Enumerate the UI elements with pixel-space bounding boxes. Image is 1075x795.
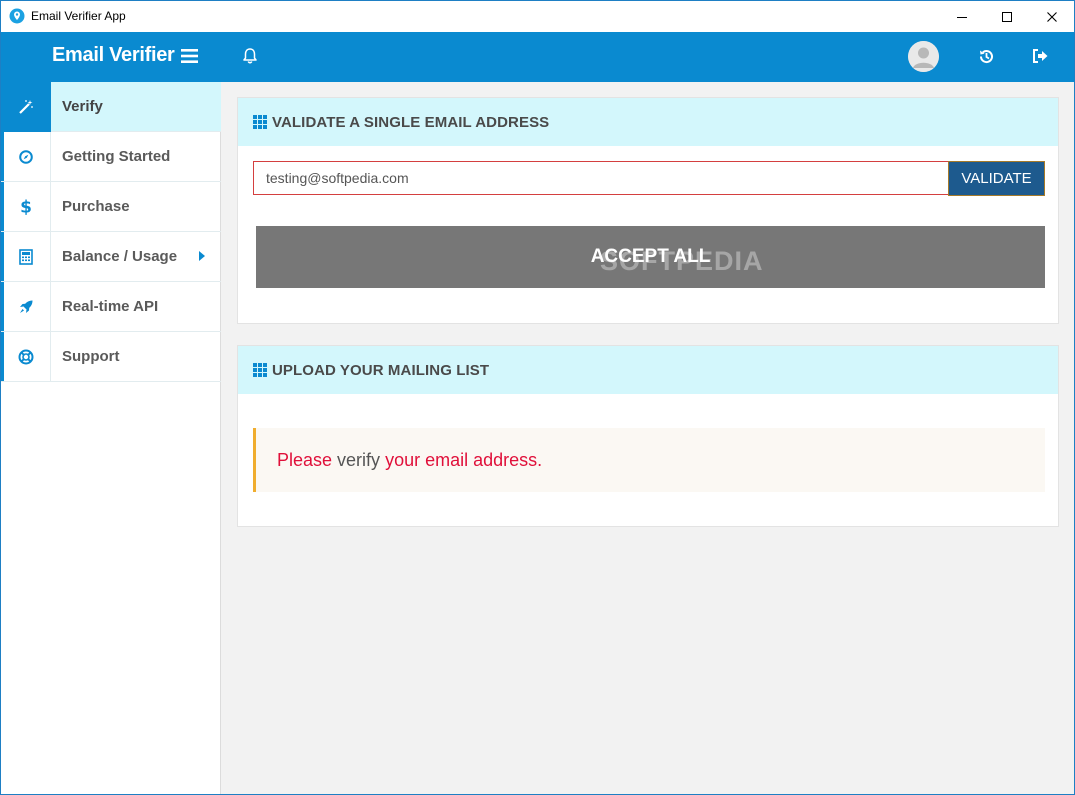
lifebuoy-icon bbox=[18, 349, 33, 365]
panel-header: VALIDATE A SINGLE EMAIL ADDRESS bbox=[238, 98, 1058, 146]
avatar[interactable] bbox=[908, 41, 939, 72]
history-icon[interactable] bbox=[978, 48, 995, 65]
magic-wand-icon bbox=[19, 100, 33, 114]
calculator-icon bbox=[18, 249, 33, 265]
sidebar-item-purchase[interactable]: $ Purchase bbox=[1, 182, 221, 232]
brand-title: Email Verifier bbox=[52, 44, 175, 66]
logout-icon[interactable] bbox=[1033, 49, 1049, 63]
sidebar-icon-cell: $ bbox=[1, 182, 51, 232]
dollar-icon: $ bbox=[20, 198, 32, 216]
grid-icon bbox=[253, 115, 267, 129]
bell-icon[interactable] bbox=[241, 47, 259, 65]
svg-text:$: $ bbox=[20, 198, 32, 216]
sidebar-icon-cell bbox=[1, 332, 51, 382]
close-icon bbox=[1047, 11, 1057, 22]
sidebar-icon-cell bbox=[1, 132, 51, 182]
caret-right-icon bbox=[199, 251, 205, 261]
sidebar-item-getting-started[interactable]: Getting Started bbox=[1, 132, 221, 182]
alert-text-rest: your email address. bbox=[380, 449, 543, 470]
panel-header: UPLOAD YOUR MAILING LIST bbox=[238, 346, 1058, 394]
sidebar-item-verify[interactable]: Verify bbox=[1, 82, 221, 132]
sidebar-item-label: Balance / Usage bbox=[62, 248, 178, 265]
sidebar: Verify Getting Started $ Purchase Balanc… bbox=[1, 82, 221, 794]
sidebar-item-label: Real-time API bbox=[62, 298, 159, 315]
compass-icon bbox=[18, 150, 33, 164]
panel-title: VALIDATE A SINGLE EMAIL ADDRESS bbox=[272, 113, 550, 131]
maximize-button[interactable] bbox=[984, 1, 1030, 32]
sidebar-item-realtime-api[interactable]: Real-time API bbox=[1, 282, 221, 332]
validate-button[interactable]: VALIDATE bbox=[948, 161, 1045, 196]
sidebar-item-support[interactable]: Support bbox=[1, 332, 221, 382]
sidebar-item-label: Verify bbox=[62, 98, 103, 115]
sidebar-item-label: Support bbox=[62, 348, 120, 365]
sidebar-icon-cell bbox=[1, 282, 51, 332]
sidebar-icon-cell bbox=[1, 232, 51, 282]
upload-mailing-list-panel: UPLOAD YOUR MAILING LIST Please verify y… bbox=[237, 345, 1059, 527]
accept-all-button[interactable]: ACCEPT ALL bbox=[256, 226, 1045, 288]
hamburger-menu-icon[interactable] bbox=[181, 49, 198, 63]
alert-text-please: Please bbox=[277, 449, 338, 470]
sidebar-item-label: Getting Started bbox=[62, 148, 171, 165]
app-window: Email Verifier App Email Verifier Verify… bbox=[0, 0, 1075, 795]
rocket-icon bbox=[19, 300, 32, 313]
email-input[interactable] bbox=[253, 161, 949, 195]
alert-text-verify: verify bbox=[337, 449, 381, 470]
user-avatar-icon bbox=[908, 41, 939, 72]
sidebar-item-label: Purchase bbox=[62, 198, 130, 215]
grid-icon bbox=[253, 363, 267, 377]
sidebar-item-balance-usage[interactable]: Balance / Usage bbox=[1, 232, 221, 282]
minimize-button[interactable] bbox=[939, 1, 985, 32]
maximize-icon bbox=[1002, 11, 1012, 22]
app-logo-icon bbox=[9, 8, 25, 24]
window-title: Email Verifier App bbox=[31, 9, 126, 23]
minimize-icon bbox=[957, 16, 967, 18]
panel-title: UPLOAD YOUR MAILING LIST bbox=[272, 361, 490, 379]
sidebar-icon-cell bbox=[1, 82, 51, 132]
verify-email-alert: Please verify your email address. bbox=[253, 428, 1045, 492]
title-bar: Email Verifier App bbox=[1, 1, 1074, 32]
top-navbar: Email Verifier bbox=[1, 32, 1074, 82]
close-button[interactable] bbox=[1029, 1, 1074, 32]
validate-email-panel: VALIDATE A SINGLE EMAIL ADDRESS VALIDATE… bbox=[237, 97, 1059, 324]
